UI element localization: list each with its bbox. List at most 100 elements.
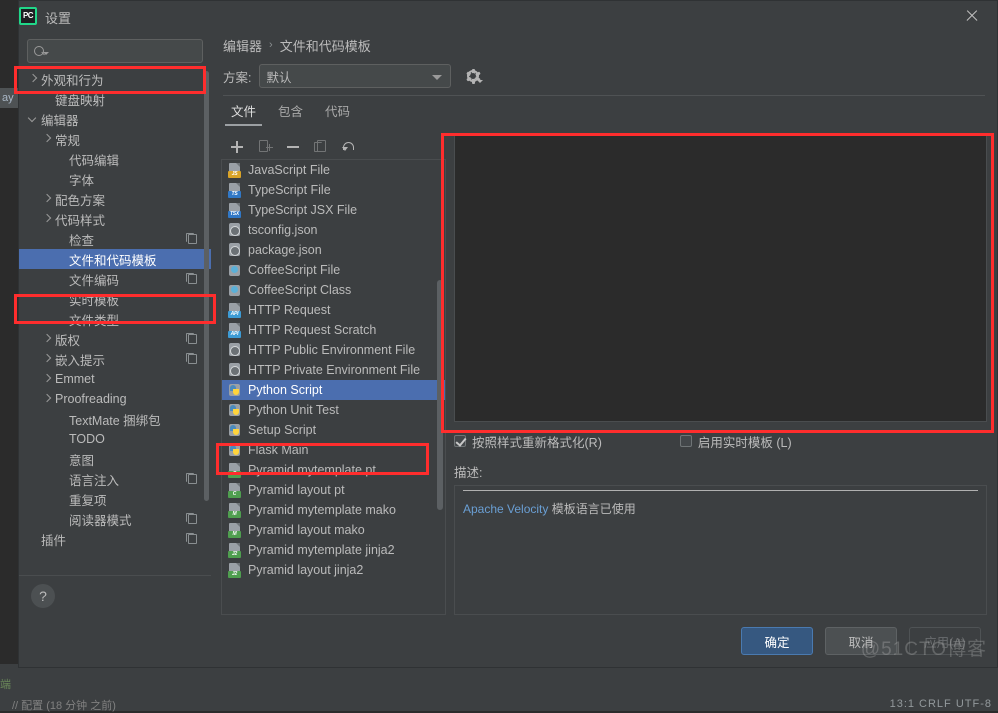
ok-button[interactable]: 确定 [741, 627, 813, 655]
sidebar-item-1[interactable]: 键盘映射 [19, 89, 211, 109]
chevron-right-icon[interactable] [43, 395, 51, 403]
sidebar-item-16[interactable]: Proofreading [19, 389, 211, 409]
list-item[interactable]: MPyramid layout mako [222, 520, 445, 540]
list-item[interactable]: Python Script [222, 380, 445, 400]
sidebar-item-14[interactable]: 嵌入提示 [19, 349, 211, 369]
list-item[interactable]: TSTypeScript File [222, 180, 445, 200]
chevron-right-icon[interactable] [43, 375, 51, 383]
sidebar-item-0[interactable]: 外观和行为 [19, 69, 211, 89]
sidebar-item-15[interactable]: Emmet [19, 369, 211, 389]
copy-settings-icon[interactable] [188, 354, 197, 364]
search-box[interactable] [27, 39, 203, 63]
sidebar-item-17[interactable]: TextMate 捆绑包 [19, 409, 211, 429]
search-input[interactable] [49, 44, 196, 58]
close-icon[interactable] [961, 5, 983, 27]
chevron-right-icon[interactable] [43, 335, 51, 343]
list-item[interactable]: JSJavaScript File [222, 160, 445, 180]
chevron-right-icon[interactable] [43, 215, 51, 223]
list-item[interactable]: package.json [222, 240, 445, 260]
plus-icon[interactable] [229, 139, 245, 155]
list-item[interactable]: APIHTTP Request Scratch [222, 320, 445, 340]
sidebar-item-21[interactable]: 重复项 [19, 489, 211, 509]
tab-0[interactable]: 文件 [231, 101, 256, 126]
sidebar-item-2[interactable]: 编辑器 [19, 109, 211, 129]
list-item[interactable]: HTTP Private Environment File [222, 360, 445, 380]
list-item[interactable]: J2Pyramid mytemplate jinja2 [222, 540, 445, 560]
checkbox-box[interactable] [680, 435, 692, 447]
copy-settings-icon[interactable] [188, 274, 197, 284]
sidebar-item-13[interactable]: 版权 [19, 329, 211, 349]
cancel-button[interactable]: 取消 [825, 627, 897, 655]
list-item[interactable]: CPyramid mytemplate pt [222, 460, 445, 480]
ide-editor-tab[interactable]: ay [0, 88, 18, 108]
copy-settings-icon[interactable] [188, 534, 197, 544]
copy-settings-icon[interactable] [188, 334, 197, 344]
sidebar-item-label: 文件类型 [69, 310, 119, 329]
list-item[interactable]: Python Unit Test [222, 400, 445, 420]
template-editor[interactable] [454, 134, 987, 422]
list-item[interactable]: tsconfig.json [222, 220, 445, 240]
sidebar-item-20[interactable]: 语言注入 [19, 469, 211, 489]
tab-2[interactable]: 代码 [325, 101, 350, 126]
list-item-label: JavaScript File [248, 163, 330, 177]
apache-velocity-link[interactable]: Apache Velocity [463, 502, 548, 516]
list-item[interactable]: APIHTTP Request [222, 300, 445, 320]
sidebar-item-5[interactable]: 字体 [19, 169, 211, 189]
page-plus-icon[interactable] [257, 139, 273, 155]
sidebar-item-19[interactable]: 意图 [19, 449, 211, 469]
sidebar-item-label: 文件编码 [69, 270, 119, 289]
settings-tree[interactable]: 外观和行为键盘映射编辑器常规代码编辑字体配色方案代码样式检查文件和代码模板文件编… [19, 69, 211, 575]
checkbox-0[interactable]: 按照样式重新格式化(R) [454, 432, 602, 451]
coffeescript-file-icon [228, 263, 242, 278]
chevron-right-icon[interactable] [43, 355, 51, 363]
list-item[interactable]: Setup Script [222, 420, 445, 440]
chevron-right-icon[interactable] [43, 135, 51, 143]
sidebar-item-11[interactable]: 实时模板 [19, 289, 211, 309]
json-file-icon [228, 363, 242, 378]
undo-icon[interactable] [341, 139, 357, 155]
list-item[interactable]: CPyramid layout pt [222, 480, 445, 500]
copy-settings-icon[interactable] [188, 514, 197, 524]
sidebar-item-4[interactable]: 代码编辑 [19, 149, 211, 169]
list-item[interactable]: TSXTypeScript JSX File [222, 200, 445, 220]
breadcrumb-parent[interactable]: 编辑器 [223, 36, 262, 55]
template-list-scrollbar[interactable] [437, 280, 443, 510]
chevron-right-icon[interactable] [43, 195, 51, 203]
list-item[interactable]: J2Pyramid layout jinja2 [222, 560, 445, 580]
list-item[interactable]: HTTP Public Environment File [222, 340, 445, 360]
list-item[interactable]: CoffeeScript Class [222, 280, 445, 300]
sidebar-item-3[interactable]: 常规 [19, 129, 211, 149]
tree-spacer [57, 155, 65, 163]
list-item[interactable]: MPyramid mytemplate mako [222, 500, 445, 520]
list-item[interactable]: CoffeeScript File [222, 260, 445, 280]
list-item-label: Pyramid mytemplate pt [248, 463, 376, 477]
sidebar-item-7[interactable]: 代码样式 [19, 209, 211, 229]
sidebar-item-22[interactable]: 阅读器模式 [19, 509, 211, 529]
copy-settings-icon[interactable] [188, 234, 197, 244]
chevron-right-icon[interactable] [29, 75, 37, 83]
sidebar-item-8[interactable]: 检查 [19, 229, 211, 249]
list-item[interactable]: Flask Main [222, 440, 445, 460]
sidebar-item-label: TODO [69, 432, 105, 446]
help-button[interactable]: ? [31, 584, 55, 608]
copy-icon[interactable] [313, 139, 329, 155]
template-list[interactable]: SASSSass FileSASSSCSS FileSTYLStylus Fil… [221, 160, 446, 615]
gear-icon[interactable] [465, 68, 481, 84]
typescript-file-icon: TS [228, 183, 242, 198]
checkbox-1[interactable]: 启用实时模板 (L) [680, 432, 792, 451]
sidebar-item-18[interactable]: TODO [19, 429, 211, 449]
sidebar-item-10[interactable]: 文件编码 [19, 269, 211, 289]
sidebar-item-23[interactable]: 插件 [19, 529, 211, 549]
chevron-down-icon[interactable] [29, 115, 37, 123]
minus-icon[interactable] [285, 139, 301, 155]
checkbox-box[interactable] [454, 435, 466, 447]
tree-spacer [57, 295, 65, 303]
scheme-dropdown[interactable]: 默认 [259, 64, 451, 88]
copy-settings-icon[interactable] [188, 474, 197, 484]
sidebar-item-12[interactable]: 文件类型 [19, 309, 211, 329]
sidebar-scrollbar[interactable] [204, 71, 209, 501]
list-item-label: Pyramid mytemplate jinja2 [248, 543, 395, 557]
sidebar-item-6[interactable]: 配色方案 [19, 189, 211, 209]
tab-1[interactable]: 包含 [278, 101, 303, 126]
sidebar-item-9[interactable]: 文件和代码模板 [19, 249, 211, 269]
